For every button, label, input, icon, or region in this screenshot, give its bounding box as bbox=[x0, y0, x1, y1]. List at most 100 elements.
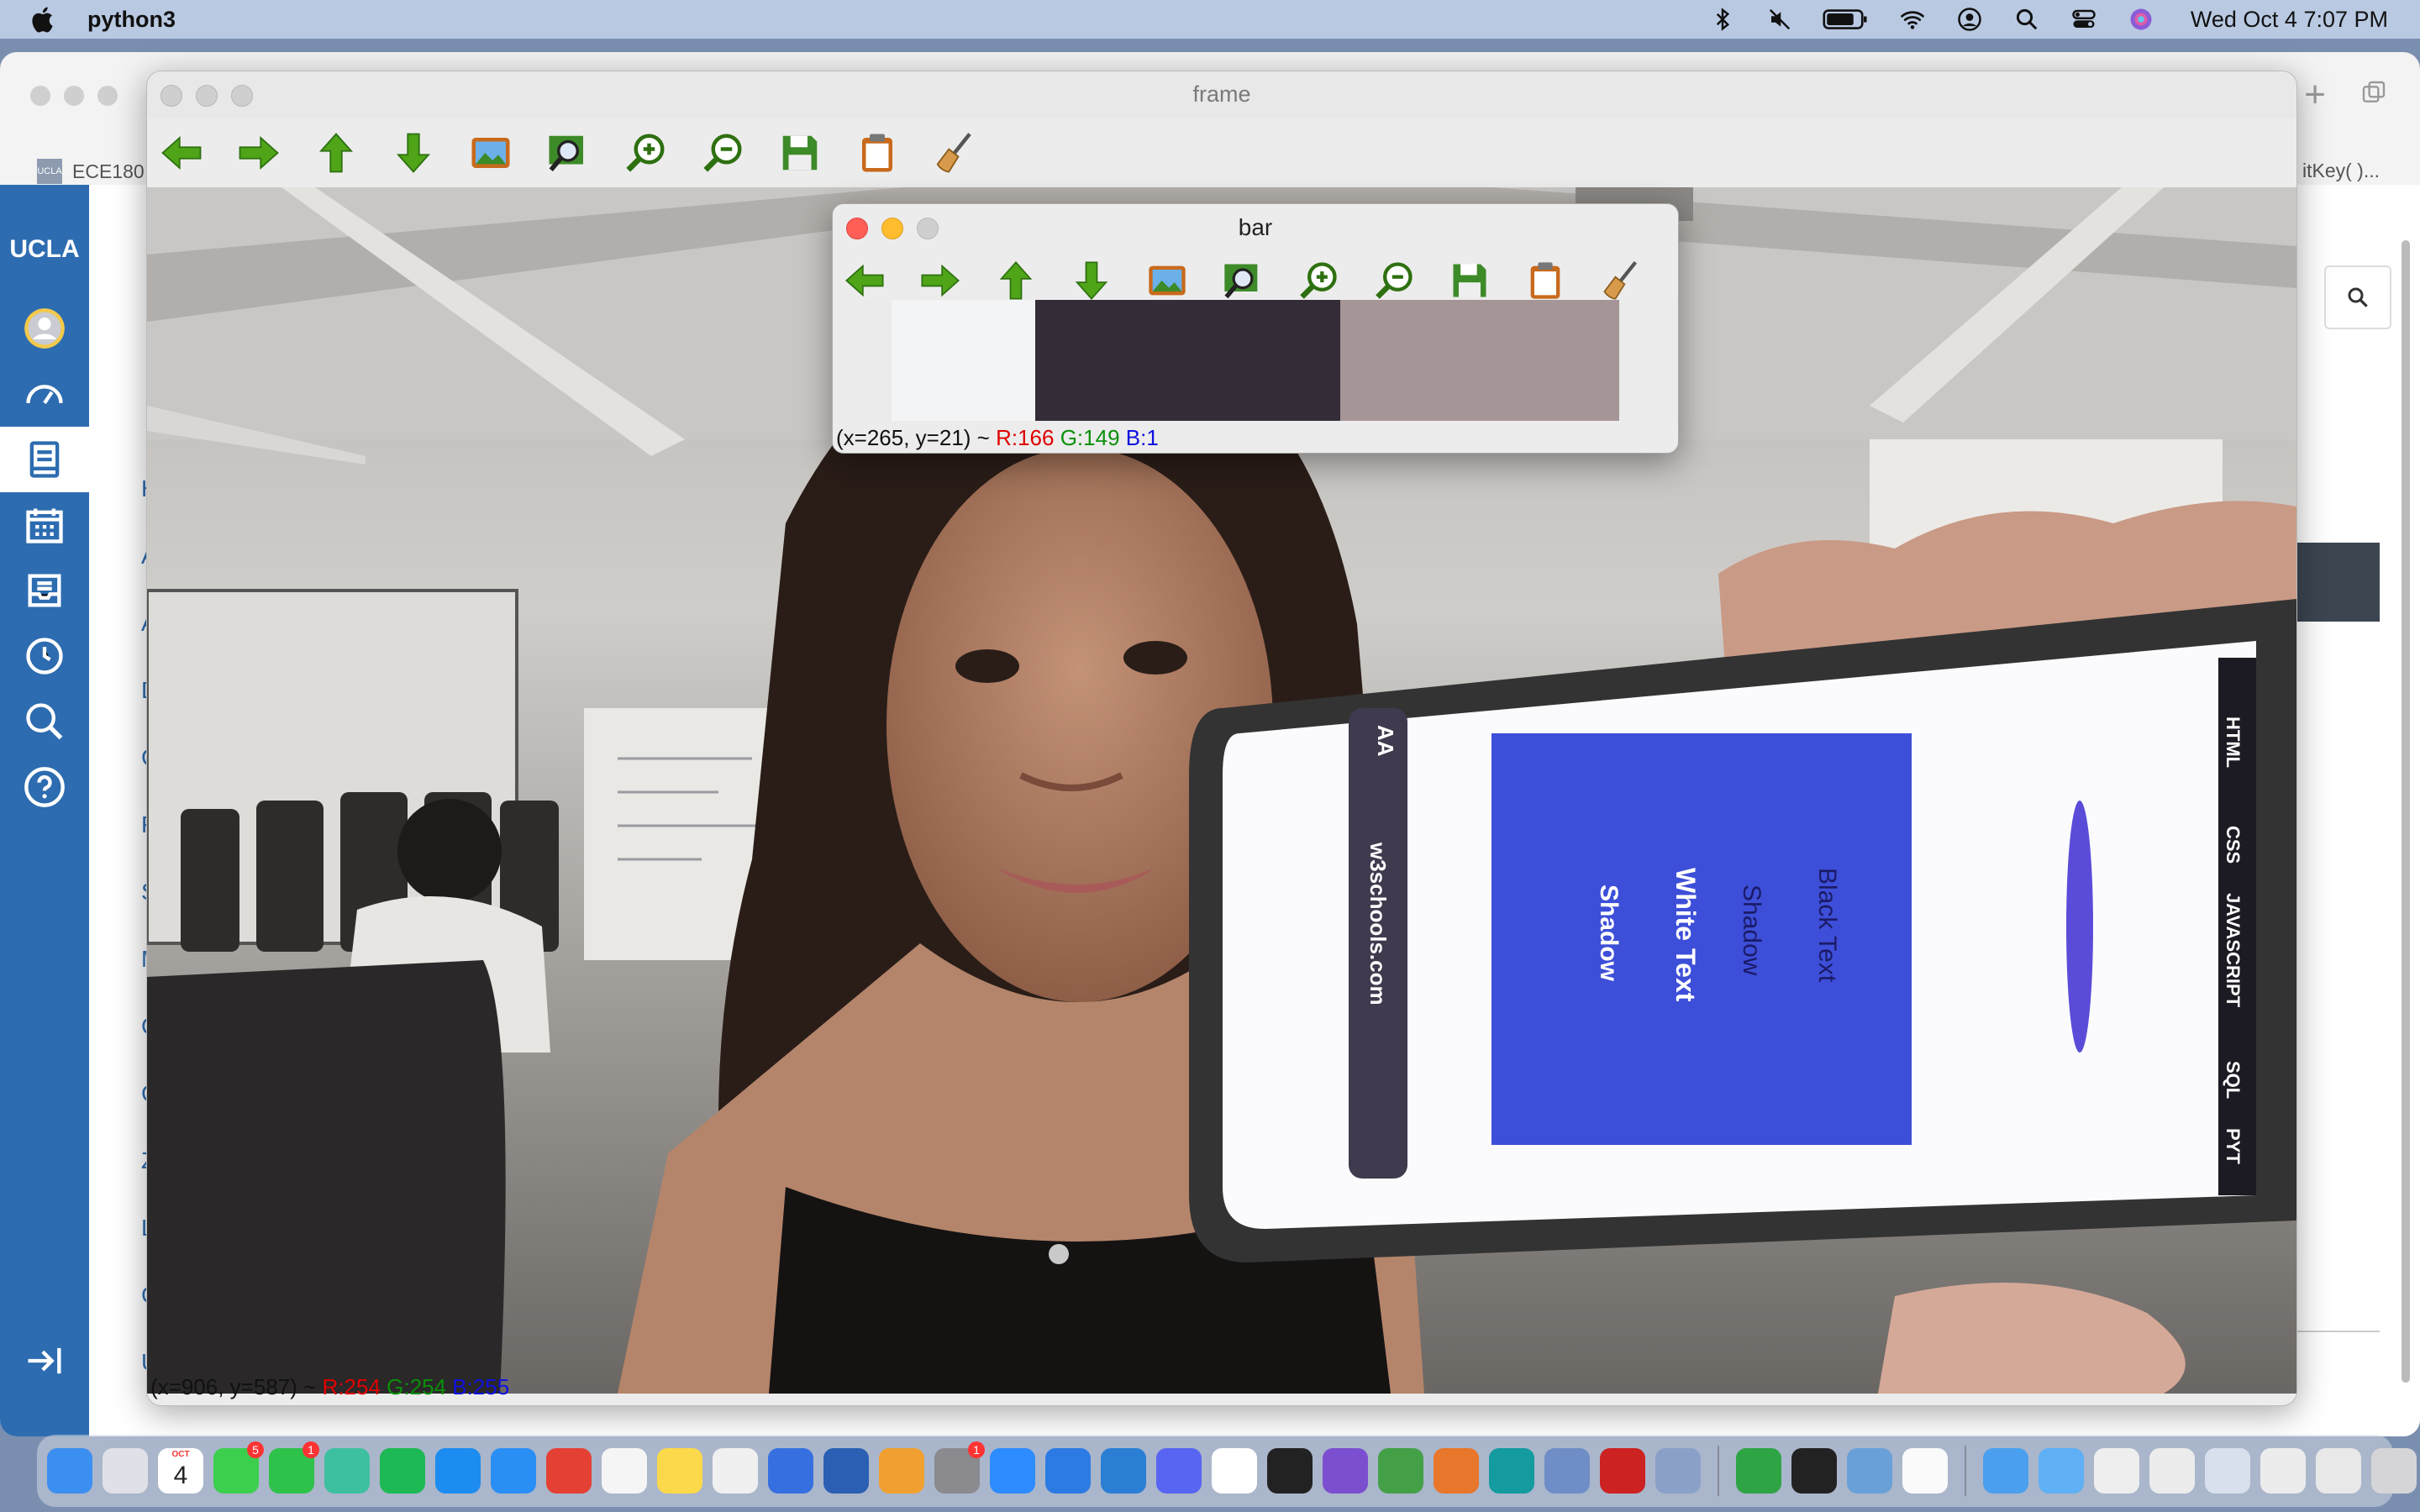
sidebar-item-history[interactable] bbox=[0, 623, 89, 689]
dock-document-icon[interactable] bbox=[1902, 1448, 1948, 1494]
dock-zoom-icon[interactable] bbox=[990, 1448, 1035, 1494]
bar-save-button[interactable] bbox=[1448, 259, 1491, 302]
sidebar-item-help[interactable] bbox=[0, 754, 89, 820]
browser-traffic-lights[interactable] bbox=[30, 86, 118, 106]
bar-titlebar[interactable]: bar bbox=[833, 204, 1678, 251]
dock-screenshot-4-icon[interactable] bbox=[2316, 1448, 2361, 1494]
dock-slack-icon[interactable] bbox=[1212, 1448, 1257, 1494]
frame-copy-button[interactable] bbox=[855, 130, 900, 176]
frame-down-button[interactable] bbox=[391, 130, 436, 176]
dock-messages-icon[interactable]: 5 bbox=[213, 1441, 264, 1494]
dock-launchpad-icon[interactable] bbox=[103, 1448, 148, 1494]
dock-virtualbox-icon[interactable] bbox=[1544, 1448, 1590, 1494]
app-name[interactable]: python3 bbox=[87, 7, 176, 33]
dock-calendar-icon[interactable]: OCT 4 bbox=[158, 1448, 203, 1494]
wifi-icon[interactable] bbox=[1898, 7, 1927, 32]
dock-system-settings-icon[interactable]: 1 bbox=[934, 1441, 985, 1494]
bar-back-button[interactable] bbox=[843, 259, 886, 302]
mute-icon[interactable] bbox=[1765, 7, 1794, 32]
dock-screenshot-2-icon[interactable] bbox=[2205, 1448, 2250, 1494]
dock-spotify-icon[interactable] bbox=[380, 1448, 425, 1494]
sidebar-item-account[interactable] bbox=[0, 296, 89, 361]
dock-arduino-icon[interactable] bbox=[1489, 1448, 1534, 1494]
dock-terminal-icon[interactable] bbox=[1267, 1448, 1313, 1494]
browser-scrollbar[interactable] bbox=[2402, 240, 2410, 1383]
bar-copy-button[interactable] bbox=[1523, 259, 1567, 302]
browser-tab-right[interactable]: itKey( )... bbox=[2302, 160, 2380, 182]
siri-icon[interactable] bbox=[2127, 7, 2155, 32]
sidebar-logo[interactable]: UCLA bbox=[0, 235, 89, 264]
dock-matlab-icon[interactable] bbox=[1434, 1448, 1479, 1494]
sidebar-item-inbox[interactable] bbox=[0, 558, 89, 623]
dock-app-store-icon[interactable] bbox=[435, 1448, 481, 1494]
dock-trash-icon[interactable] bbox=[2371, 1448, 2417, 1494]
help-icon bbox=[24, 767, 65, 807]
sidebar-collapse-button[interactable] bbox=[0, 1336, 89, 1386]
tab-overview-icon[interactable] bbox=[2360, 79, 2388, 106]
frame-back-button[interactable] bbox=[159, 130, 204, 176]
dock-numbers-icon[interactable] bbox=[1736, 1448, 1781, 1494]
dock-script-icon[interactable] bbox=[768, 1448, 813, 1494]
sidebar-item-calendar[interactable] bbox=[0, 492, 89, 558]
dock-anaconda-icon[interactable] bbox=[1378, 1448, 1423, 1494]
frame-zoom-in-button[interactable] bbox=[623, 130, 668, 176]
bar-zoom-in-button[interactable] bbox=[1297, 259, 1340, 302]
dock-applications-icon[interactable] bbox=[1983, 1448, 2028, 1494]
frame-zoom-fit-button[interactable] bbox=[545, 130, 591, 176]
sidebar-item-dashboard[interactable] bbox=[0, 361, 89, 427]
bar-down-button[interactable] bbox=[1070, 259, 1113, 302]
dock-notes-icon[interactable] bbox=[657, 1448, 702, 1494]
bar-zoom-out-button[interactable] bbox=[1372, 259, 1416, 302]
bluetooth-icon[interactable] bbox=[1708, 7, 1737, 32]
sidebar-item-search[interactable] bbox=[0, 689, 89, 754]
dock-xcode-icon[interactable] bbox=[1045, 1448, 1091, 1494]
dock-screenshot-1-icon[interactable] bbox=[2149, 1448, 2195, 1494]
user-icon[interactable] bbox=[1955, 7, 1984, 32]
frame-forward-button[interactable] bbox=[236, 130, 281, 176]
dock-discord-icon[interactable] bbox=[1156, 1448, 1202, 1494]
dock-r-icon[interactable] bbox=[1655, 1448, 1701, 1494]
frame-clear-button[interactable] bbox=[932, 130, 977, 176]
dock-folder-icon[interactable] bbox=[2039, 1448, 2084, 1494]
spotlight-icon[interactable] bbox=[2012, 7, 2041, 32]
browser-minimize-button[interactable] bbox=[64, 86, 84, 106]
apple-icon[interactable] bbox=[29, 4, 59, 34]
frame-image-button[interactable] bbox=[468, 130, 513, 176]
page-search-button[interactable] bbox=[2324, 265, 2391, 329]
dock-find-my-icon[interactable] bbox=[324, 1448, 370, 1494]
dock-textedit-icon[interactable] bbox=[713, 1448, 758, 1494]
browser-zoom-button[interactable] bbox=[97, 86, 118, 106]
dock-github-icon[interactable] bbox=[1323, 1448, 1368, 1494]
calendar-icon bbox=[26, 508, 63, 543]
menu-clock[interactable]: Wed Oct 4 7:07 PM bbox=[2191, 7, 2388, 33]
bar-image-button[interactable] bbox=[1145, 259, 1189, 302]
dock-photos-icon[interactable] bbox=[879, 1448, 924, 1494]
bar-clear-button[interactable] bbox=[1599, 259, 1643, 302]
dock-screenshot-3-icon[interactable] bbox=[2260, 1448, 2306, 1494]
bar-forward-button[interactable] bbox=[918, 259, 962, 302]
color-bar-canvas[interactable] bbox=[833, 300, 1678, 421]
dock-finder-icon[interactable] bbox=[47, 1448, 92, 1494]
control-center-icon[interactable] bbox=[2070, 7, 2098, 32]
dock-safari-icon[interactable] bbox=[491, 1448, 536, 1494]
dock-tool-icon[interactable] bbox=[1600, 1448, 1645, 1494]
dock-vscode-icon[interactable] bbox=[1101, 1448, 1146, 1494]
frame-titlebar[interactable]: frame bbox=[147, 71, 2296, 118]
dock-downloads-icon[interactable] bbox=[2094, 1448, 2139, 1494]
bar-up-button[interactable] bbox=[994, 259, 1038, 302]
new-tab-button[interactable]: + bbox=[2304, 74, 2326, 116]
bar-zoom-fit-button[interactable] bbox=[1221, 259, 1265, 302]
dock-preview-icon[interactable] bbox=[1847, 1448, 1892, 1494]
frame-zoom-out-button[interactable] bbox=[700, 130, 745, 176]
sidebar-item-courses[interactable] bbox=[0, 427, 89, 492]
frame-up-button[interactable] bbox=[313, 130, 359, 176]
dock-activity-monitor-icon[interactable] bbox=[1791, 1448, 1837, 1494]
dock-chrome-icon[interactable] bbox=[546, 1448, 592, 1494]
dock-facetime-icon[interactable]: 1 bbox=[269, 1441, 319, 1494]
frame-save-button[interactable] bbox=[777, 130, 823, 176]
arrow-left-icon bbox=[161, 135, 202, 171]
browser-close-button[interactable] bbox=[30, 86, 50, 106]
dock-word-icon[interactable] bbox=[823, 1448, 869, 1494]
dock-reminders-icon[interactable] bbox=[602, 1448, 647, 1494]
battery-icon[interactable] bbox=[1823, 7, 1870, 32]
